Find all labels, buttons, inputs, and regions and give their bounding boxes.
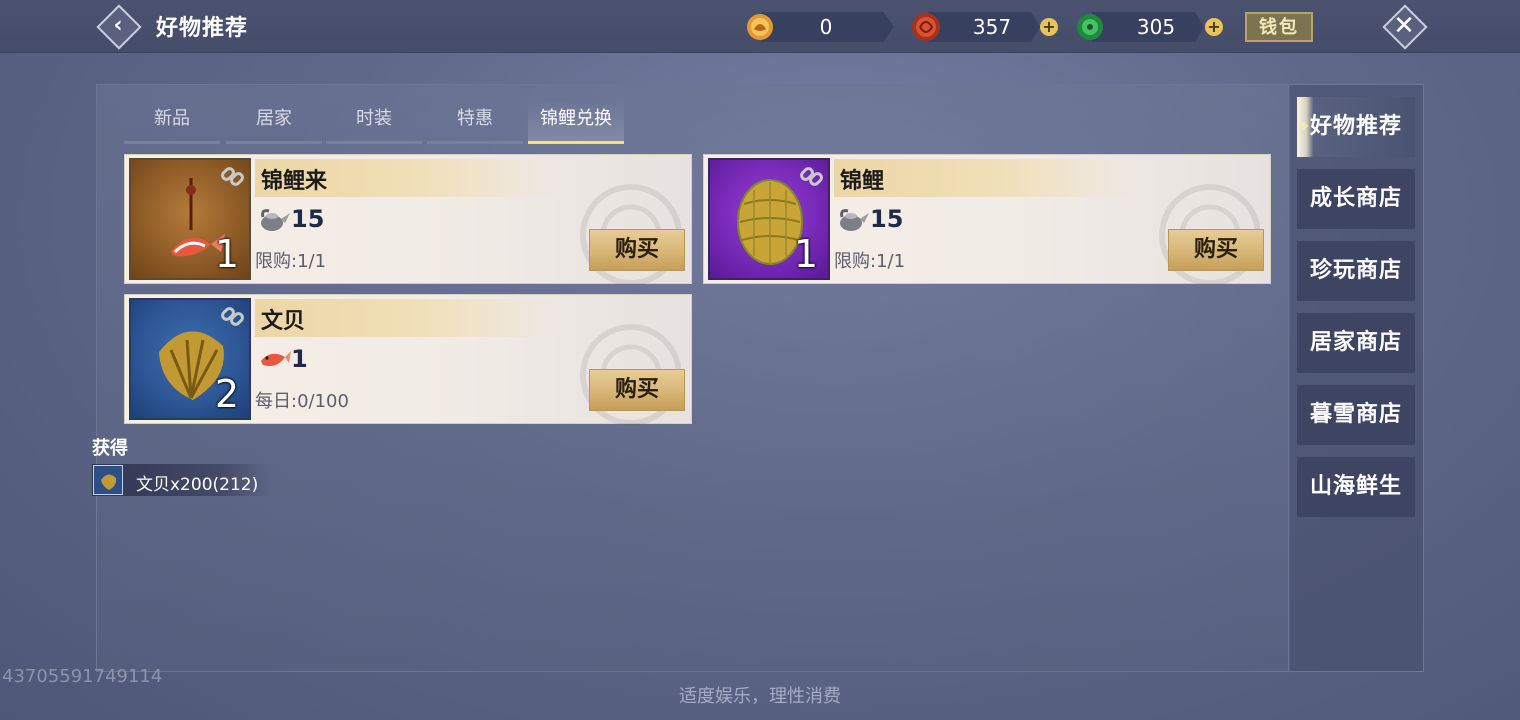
nav-label: 山海鲜生 <box>1309 474 1402 499</box>
user-id: 43705591749114 <box>2 666 163 687</box>
buy-button[interactable]: 购买 <box>589 229 685 271</box>
nav-growth-shop[interactable]: 成长商店 <box>1297 169 1415 229</box>
red-coin-icon <box>912 13 940 41</box>
product-thumbnail[interactable]: 1 <box>129 158 251 280</box>
close-icon: ✕ <box>1393 11 1415 41</box>
buy-button[interactable]: 购买 <box>589 369 685 411</box>
tab-koi-exchange[interactable]: 锦鲤兑换 <box>528 100 624 144</box>
product-price: 15 <box>870 205 904 233</box>
item-quantity: 2 <box>214 372 239 416</box>
back-arrow-icon: ‹ <box>113 13 123 38</box>
obtained-title: 获得 <box>92 438 128 459</box>
nav-label: 成长商店 <box>1309 186 1402 211</box>
bound-chain-icon <box>221 307 244 326</box>
jade-coin-icon <box>1077 14 1103 40</box>
nav-treasure-shop[interactable]: 珍玩商店 <box>1297 241 1415 301</box>
item-quantity: 1 <box>214 232 239 276</box>
currency-value: 357 <box>972 15 1012 39</box>
shell-mini-icon <box>93 465 123 495</box>
product-card: 1 锦鲤来 15 限购:1/1 购买 <box>124 154 692 285</box>
product-price: 15 <box>291 205 325 233</box>
product-name: 锦鲤来 <box>261 169 328 194</box>
item-quantity: 1 <box>793 232 818 276</box>
close-button[interactable]: ✕ <box>1382 4 1428 50</box>
tab-new[interactable]: 新品 <box>124 100 220 144</box>
purchase-limit: 限购:1/1 <box>255 251 327 272</box>
product-name: 文贝 <box>261 309 306 334</box>
nav-label: 珍玩商店 <box>1309 258 1402 283</box>
purchase-limit: 限购:1/1 <box>834 251 906 272</box>
currency-gold: 0 <box>744 12 894 42</box>
nav-recommended[interactable]: 好物推荐 <box>1297 97 1415 157</box>
product-card: 1 锦鲤 15 限购:1/1 购买 <box>703 154 1271 285</box>
nav-label: 暮雪商店 <box>1309 402 1402 427</box>
tab-home[interactable]: 居家 <box>226 100 322 144</box>
buy-button[interactable]: 购买 <box>1168 229 1264 271</box>
tab-fashion[interactable]: 时装 <box>326 100 422 144</box>
nav-musnow-shop[interactable]: 暮雪商店 <box>1297 385 1415 445</box>
add-currency-button[interactable]: + <box>1205 18 1223 36</box>
product-thumbnail[interactable]: 1 <box>708 158 830 280</box>
nav-label: 好物推荐 <box>1309 114 1402 139</box>
active-marker-icon <box>1299 121 1309 131</box>
gold-ingot-icon <box>747 14 773 40</box>
product-thumbnail[interactable]: 2 <box>129 298 251 420</box>
silver-teapot-icon <box>840 209 869 231</box>
product-card: 2 文贝 1 每日:0/100 购买 <box>124 294 692 425</box>
shop-side-nav: 好物推荐 成长商店 珍玩商店 居家商店 暮雪商店 山海鲜生 <box>1288 84 1424 672</box>
add-currency-button[interactable]: + <box>1040 18 1058 36</box>
silver-teapot-icon <box>261 209 290 231</box>
wallet-button[interactable]: 钱包 <box>1245 12 1313 42</box>
nav-home-shop[interactable]: 居家商店 <box>1297 313 1415 373</box>
nav-label: 居家商店 <box>1309 330 1402 355</box>
currency-value: 305 <box>1136 15 1176 39</box>
nav-seafood-shop[interactable]: 山海鲜生 <box>1297 457 1415 517</box>
tab-discount[interactable]: 特惠 <box>427 100 523 144</box>
currency-red: 357 + <box>910 12 1060 42</box>
purchase-limit: 每日:0/100 <box>255 391 349 412</box>
footer-notice: 适度娱乐，理性消费 <box>679 686 841 707</box>
bound-chain-icon <box>800 167 823 186</box>
obtained-item-text: 文贝x200(212) <box>136 475 259 495</box>
currency-value: 0 <box>819 15 833 39</box>
product-name: 锦鲤 <box>840 169 885 194</box>
bound-chain-icon <box>221 167 244 186</box>
back-button[interactable]: ‹ <box>96 4 142 50</box>
obtained-item[interactable]: 文贝x200(212) <box>92 464 272 496</box>
koi-fish-icon <box>261 351 291 366</box>
product-price: 1 <box>291 345 308 373</box>
currency-jade: 305 + <box>1074 12 1224 42</box>
page-title: 好物推荐 <box>156 16 249 41</box>
